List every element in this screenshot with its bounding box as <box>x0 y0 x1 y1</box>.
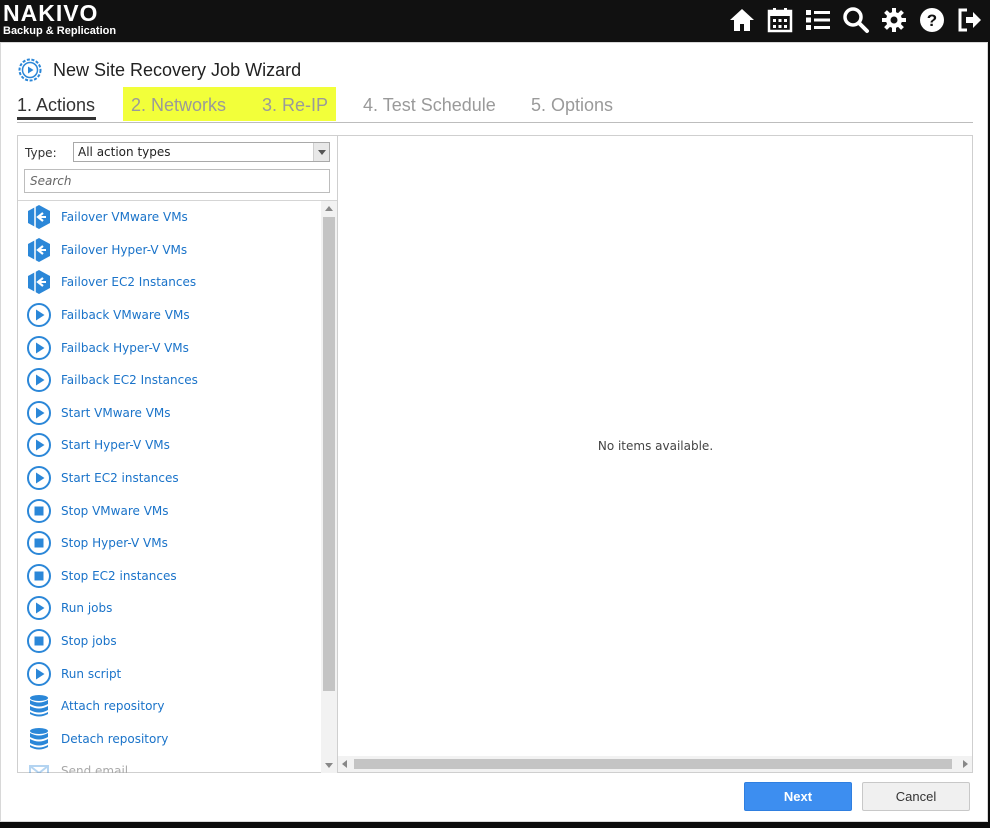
list-item[interactable]: Detach repository <box>18 723 320 756</box>
search-placeholder: Search <box>30 174 72 188</box>
search-icon[interactable] <box>840 4 872 36</box>
step-actions[interactable]: 1. Actions <box>17 95 95 116</box>
play-icon <box>25 660 53 688</box>
list-item-label: Run jobs <box>61 601 113 616</box>
step-options[interactable]: 5. Options <box>531 95 613 116</box>
play-icon <box>25 334 53 362</box>
list-item-label: Stop VMware VMs <box>61 503 169 518</box>
list-item-label: Stop Hyper-V VMs <box>61 536 168 551</box>
stop-icon <box>25 529 53 557</box>
failover-icon <box>25 236 53 264</box>
list-item[interactable]: Run jobs <box>18 592 320 625</box>
list-icon[interactable] <box>802 4 834 36</box>
horizontal-scrollbar[interactable] <box>338 756 972 772</box>
top-icon-bar: ? <box>726 4 986 36</box>
play-icon <box>25 399 53 427</box>
wizard-dialog: New Site Recovery Job Wizard 1. Actions … <box>0 42 988 822</box>
job-actions-panel: No items available. <box>338 135 973 773</box>
play-icon <box>25 431 53 459</box>
chevron-down-icon[interactable] <box>313 143 329 161</box>
list-item[interactable]: Stop VMware VMs <box>18 494 320 527</box>
email-icon <box>25 757 53 773</box>
list-item[interactable]: Send email <box>18 755 320 773</box>
scrollbar-thumb[interactable] <box>354 759 952 769</box>
list-item-label: Failover EC2 Instances <box>61 275 197 290</box>
calendar-icon[interactable] <box>764 4 796 36</box>
list-item-label: Stop EC2 instances <box>61 568 177 583</box>
logo-main-text: NAKIVO <box>3 0 99 26</box>
type-dropdown[interactable]: All action types <box>73 142 330 162</box>
list-item-label: Start Hyper-V VMs <box>61 438 170 453</box>
wizard-steps: 1. Actions 2. Networks 3. Re-IP 4. Test … <box>17 87 973 123</box>
list-item[interactable]: Failover EC2 Instances <box>18 266 320 299</box>
scroll-up-icon[interactable] <box>325 206 333 211</box>
play-icon <box>25 594 53 622</box>
step-test-schedule[interactable]: 4. Test Schedule <box>363 95 496 116</box>
list-item[interactable]: Failover VMware VMs <box>18 201 320 234</box>
wizard-gear-play-icon <box>18 58 42 82</box>
scroll-down-icon[interactable] <box>325 763 333 768</box>
list-item-label: Start EC2 instances <box>61 471 179 486</box>
list-item[interactable]: Stop Hyper-V VMs <box>18 527 320 560</box>
wizard-header: New Site Recovery Job Wizard <box>17 57 301 83</box>
list-item-label: Detach repository <box>61 731 169 746</box>
list-item-label: Failback VMware VMs <box>61 308 190 323</box>
list-item[interactable]: Start EC2 instances <box>18 462 320 495</box>
step-networks[interactable]: 2. Networks <box>131 95 226 116</box>
logout-icon[interactable] <box>954 4 986 36</box>
stop-icon <box>25 497 53 525</box>
list-item-label: Failover Hyper-V VMs <box>61 242 188 257</box>
database-icon <box>25 692 53 720</box>
list-item-label: Attach repository <box>61 699 165 714</box>
gear-icon[interactable] <box>878 4 910 36</box>
top-bar: NAKIVO Backup & Replication ? <box>0 0 990 42</box>
empty-state-text: No items available. <box>597 439 714 453</box>
list-item[interactable]: Stop EC2 instances <box>18 560 320 593</box>
list-item-label: Send email <box>61 764 129 773</box>
list-item-label: Failback EC2 Instances <box>61 373 198 388</box>
actions-panel: Type: All action types Search Failover V… <box>17 135 338 773</box>
nakivo-logo[interactable]: NAKIVO Backup & Replication <box>3 1 116 37</box>
scrollbar-thumb[interactable] <box>323 217 335 691</box>
svg-text:?: ? <box>927 11 937 30</box>
list-item[interactable]: Stop jobs <box>18 625 320 658</box>
type-label: Type: <box>25 146 57 160</box>
cancel-button[interactable]: Cancel <box>862 782 970 811</box>
scroll-left-icon[interactable] <box>342 760 347 768</box>
help-icon[interactable]: ? <box>916 4 948 36</box>
home-icon[interactable] <box>726 4 758 36</box>
play-icon <box>25 366 53 394</box>
list-item[interactable]: Start Hyper-V VMs <box>18 429 320 462</box>
stop-icon <box>25 627 53 655</box>
action-list: Failover VMware VMs Failover Hyper-V VMs F… <box>18 201 320 773</box>
list-item[interactable]: Failover Hyper-V VMs <box>18 234 320 267</box>
list-item[interactable]: Failback EC2 Instances <box>18 364 320 397</box>
list-item-label: Run script <box>61 666 122 681</box>
logo-sub-text: Backup & Replication <box>3 25 117 37</box>
list-item-label: Failover VMware VMs <box>61 210 188 225</box>
play-icon <box>25 301 53 329</box>
scroll-right-icon[interactable] <box>963 760 968 768</box>
list-item-label: Failback Hyper-V VMs <box>61 340 189 355</box>
play-icon <box>25 464 53 492</box>
list-item-label: Stop jobs <box>61 634 117 649</box>
next-button[interactable]: Next <box>744 782 852 811</box>
stop-icon <box>25 562 53 590</box>
list-item[interactable]: Attach repository <box>18 690 320 723</box>
list-item[interactable]: Failback Hyper-V VMs <box>18 331 320 364</box>
failover-icon <box>25 203 53 231</box>
active-step-underline <box>17 117 96 120</box>
search-input[interactable]: Search <box>24 169 330 193</box>
list-item[interactable]: Run script <box>18 657 320 690</box>
wizard-title: New Site Recovery Job Wizard <box>53 59 302 80</box>
failover-icon <box>25 268 53 296</box>
step-re-ip[interactable]: 3. Re-IP <box>262 95 328 116</box>
list-item-label: Start VMware VMs <box>61 405 171 420</box>
list-item[interactable]: Failback VMware VMs <box>18 299 320 332</box>
list-item[interactable]: Start VMware VMs <box>18 397 320 430</box>
type-dropdown-value: All action types <box>78 145 171 159</box>
database-icon <box>25 725 53 753</box>
vertical-scrollbar[interactable] <box>321 201 337 773</box>
